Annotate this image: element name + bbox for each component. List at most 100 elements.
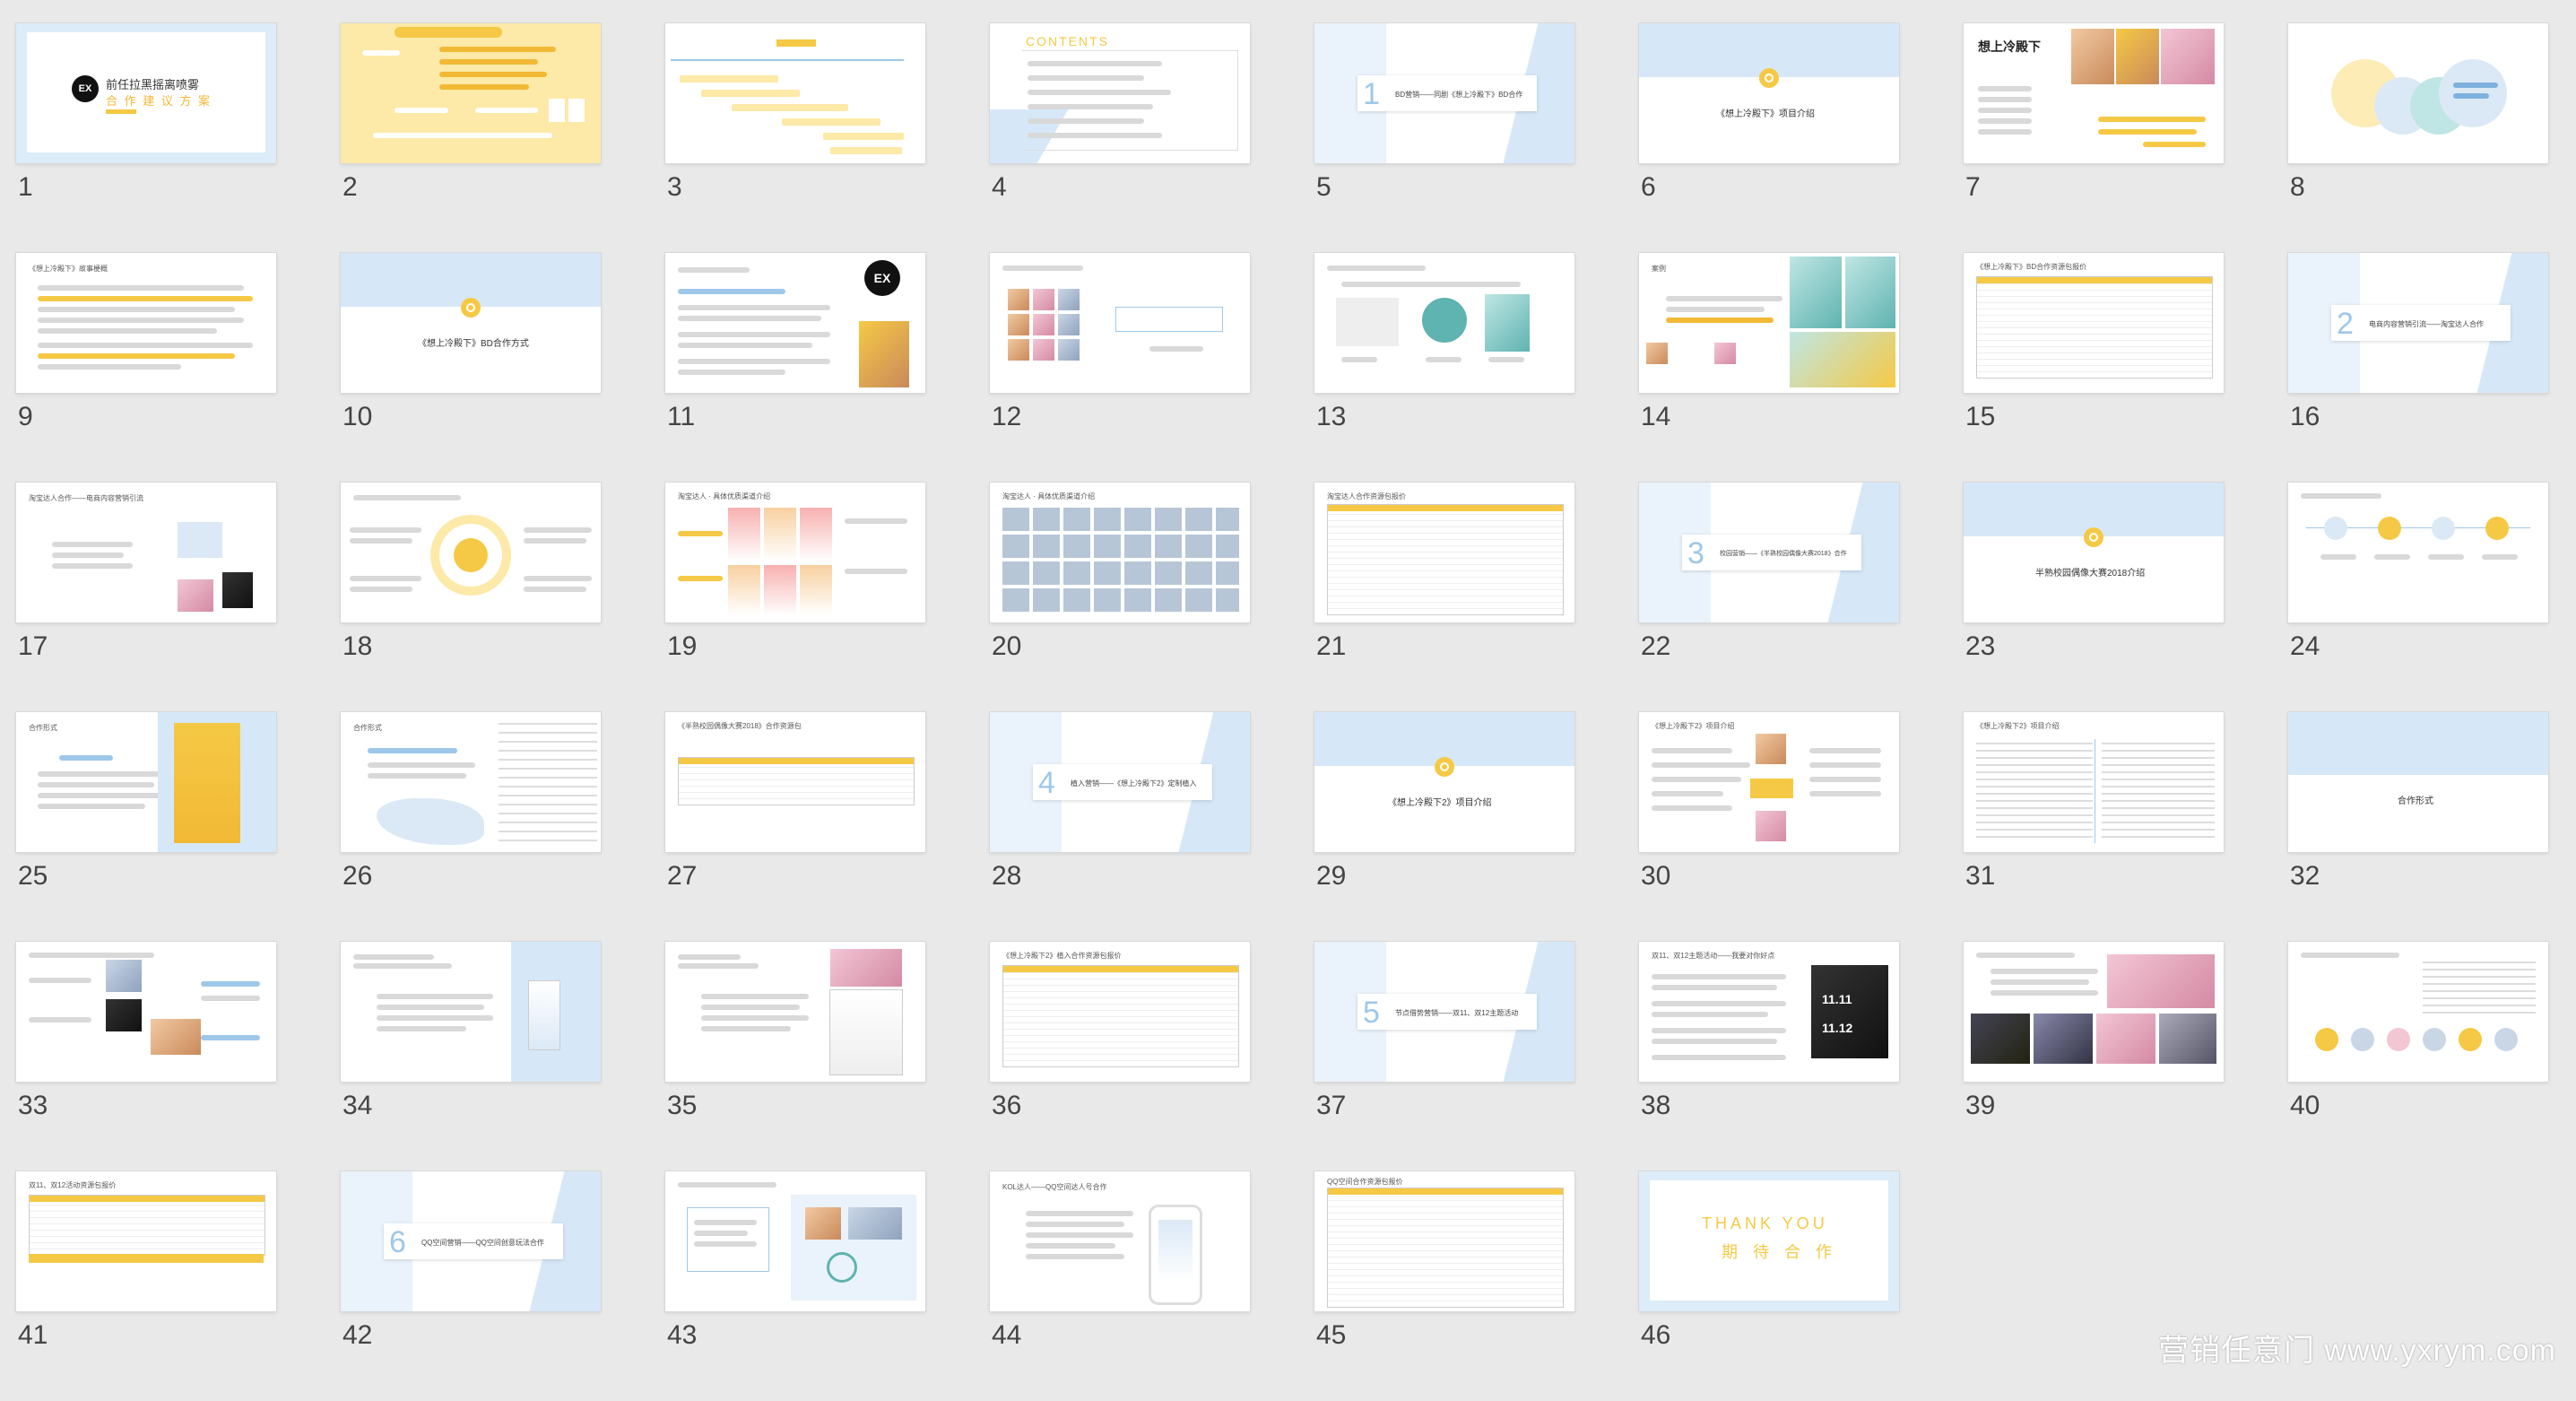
slide-cell[interactable]: 《想上冷殿下2》项目介绍 29 (1314, 712, 1574, 942)
slide-cell[interactable]: 18 (341, 483, 601, 712)
slide-thumbnail[interactable]: 《想上冷殿下》故事梗概 (16, 253, 276, 393)
slide-thumbnail[interactable] (2288, 483, 2548, 622)
slide-cell[interactable]: 淘宝达人合作资源包报价 21 (1314, 483, 1574, 712)
slide-cell[interactable]: 《想上冷殿下》BD合作资源包报价 15 (1964, 253, 2224, 483)
slide-thumbnail[interactable] (2288, 942, 2548, 1082)
slide-cell[interactable]: 《想上冷殿下》BD合作方式 10 (341, 253, 601, 483)
slide-cell[interactable]: THANK YOU 期 待 合 作 46 (1639, 1171, 1899, 1401)
slide-cell[interactable]: 半熟校园偶像大赛2018介绍 23 (1964, 483, 2224, 712)
slide-thumbnail[interactable]: 5 节点借势营销——双11、双12主题活动 (1314, 942, 1574, 1082)
slide-cell[interactable]: 1 BD营销——同剧《想上冷殿下》BD合作 5 (1314, 23, 1574, 253)
slide-thumbnail[interactable]: 双11、双12活动资源包报价 (16, 1171, 276, 1311)
slide-thumbnail[interactable]: THANK YOU 期 待 合 作 (1639, 1171, 1899, 1311)
slide-thumbnail[interactable]: 《想上冷殿下》BD合作方式 (341, 253, 601, 393)
slide-cell[interactable]: 淘宝达人 · 具体优质渠道介绍 19 (665, 483, 925, 712)
slide-cell[interactable]: 8 (2288, 23, 2548, 253)
slide-thumbnail[interactable]: EX (665, 253, 925, 393)
slide-thumbnail[interactable]: CONTENTS (990, 23, 1250, 163)
slide-thumbnail[interactable]: 《半熟校园偶像大赛2018》合作资源包 (665, 712, 925, 852)
slide-cell[interactable]: 双11、双12主题活动——我要对你好点 11.11 11.12 38 (1639, 942, 1899, 1171)
slide-number: 29 (1316, 861, 1347, 891)
slide-thumbnail[interactable] (990, 253, 1250, 393)
slide-cell[interactable]: 合作形式 25 (16, 712, 276, 942)
slide-cell[interactable]: 13 (1314, 253, 1574, 483)
slide-thumbnail[interactable] (16, 942, 276, 1082)
slide-cell[interactable]: CONTENTS 4 (990, 23, 1250, 253)
slide-thumbnail[interactable] (341, 483, 601, 622)
slide-title: 淘宝达人合作——电商内容营销引流 (29, 494, 143, 502)
slide-thumbnail[interactable]: 《想上冷殿下》BD合作资源包报价 (1964, 253, 2224, 393)
slide-thumbnail[interactable]: 想上冷殿下 (1964, 23, 2224, 163)
slide-cell[interactable]: 《想上冷殿下》故事梗概 9 (16, 253, 276, 483)
slide-title: 双11、双12活动资源包报价 (29, 1181, 117, 1189)
slide-cell[interactable]: 淘宝达人合作——电商内容营销引流 17 (16, 483, 276, 712)
slide-cell[interactable]: 2 (341, 23, 601, 253)
slide-cell[interactable]: 淘宝达人 · 具体优质渠道介绍 20 (990, 483, 1250, 712)
section-title: 合作形式 (2398, 796, 2433, 806)
slide-thumbnail[interactable]: 《想上冷殿下2》植入合作资源包报价 (990, 942, 1250, 1082)
slide-thumbnail[interactable] (341, 942, 601, 1082)
slide-cell[interactable]: 33 (16, 942, 276, 1171)
slide-thumbnail[interactable]: 半熟校园偶像大赛2018介绍 (1964, 483, 2224, 622)
slide-thumbnail[interactable]: QQ空间合作资源包报价 (1314, 1171, 1574, 1311)
slide-cell[interactable]: EX 前任拉黑摇离喷雾 合 作 建 议 方 案 1 (16, 23, 276, 253)
slide-cell[interactable]: 39 (1964, 942, 2224, 1171)
slide-thumbnail[interactable]: 合作形式 (2288, 712, 2548, 852)
slide-thumbnail[interactable]: 《想上冷殿下2》项目介绍 (1314, 712, 1574, 852)
slide-cell[interactable]: 《想上冷殿下》项目介绍 6 (1639, 23, 1899, 253)
slide-cell[interactable]: 《想上冷殿下2》项目介绍 31 (1964, 712, 2224, 942)
slide-thumbnail[interactable]: 案例 (1639, 253, 1899, 393)
slide-sorter-grid: EX 前任拉黑摇离喷雾 合 作 建 议 方 案 1 2 3 CONTENTS 4… (16, 23, 2548, 1401)
slide-cell[interactable]: 12 (990, 253, 1250, 483)
slide-cell[interactable]: 35 (665, 942, 925, 1171)
slide-cell[interactable]: 案例 14 (1639, 253, 1899, 483)
slide-thumbnail[interactable] (2288, 23, 2548, 163)
slide-cell[interactable]: KOL达人——QQ空间达人号合作 44 (990, 1171, 1250, 1401)
slide-thumbnail[interactable]: 6 QQ空间营销——QQ空间创意玩法合作 (341, 1171, 601, 1311)
slide-cell[interactable]: 想上冷殿下 7 (1964, 23, 2224, 253)
slide-cell[interactable]: 合作形式 26 (341, 712, 601, 942)
slide-thumbnail[interactable]: 《想上冷殿下2》项目介绍 (1639, 712, 1899, 852)
slide-cell[interactable]: 34 (341, 942, 601, 1171)
slide-thumbnail[interactable] (1964, 942, 2224, 1082)
slide-thumbnail[interactable]: EX 前任拉黑摇离喷雾 合 作 建 议 方 案 (16, 23, 276, 163)
slide-thumbnail[interactable]: 2 电商内容营销引流——淘宝达人合作 (2288, 253, 2548, 393)
slide-cell[interactable]: 《想上冷殿下2》植入合作资源包报价 36 (990, 942, 1250, 1171)
slide-thumbnail[interactable]: 淘宝达人 · 具体优质渠道介绍 (665, 483, 925, 622)
slide-thumbnail[interactable]: 双11、双12主题活动——我要对你好点 11.11 11.12 (1639, 942, 1899, 1082)
slide-number: 36 (992, 1091, 1022, 1120)
slide-cell[interactable]: 24 (2288, 483, 2548, 712)
slide-thumbnail[interactable] (665, 942, 925, 1082)
slide-thumbnail[interactable] (665, 1171, 925, 1311)
slide-cell[interactable]: EX 11 (665, 253, 925, 483)
slide-title: 合作形式 (29, 724, 57, 732)
slide-thumbnail[interactable] (341, 23, 601, 163)
slide-cell[interactable]: 双11、双12活动资源包报价 41 (16, 1171, 276, 1401)
slide-cell[interactable]: 2 电商内容营销引流——淘宝达人合作 16 (2288, 253, 2548, 483)
slide-thumbnail[interactable] (1314, 253, 1574, 393)
slide-number: 18 (343, 631, 373, 661)
slide-thumbnail[interactable]: 合作形式 (341, 712, 601, 852)
slide-thumbnail[interactable]: KOL达人——QQ空间达人号合作 (990, 1171, 1250, 1311)
slide-thumbnail[interactable]: 合作形式 (16, 712, 276, 852)
slide-thumbnail[interactable]: 《想上冷殿下2》项目介绍 (1964, 712, 2224, 852)
slide-thumbnail[interactable]: 淘宝达人 · 具体优质渠道介绍 (990, 483, 1250, 622)
slide-thumbnail[interactable] (665, 23, 925, 163)
slide-cell[interactable]: 40 (2288, 942, 2548, 1171)
slide-thumbnail[interactable]: 3 校园营销——《半熟校园偶像大赛2018》合作 (1639, 483, 1899, 622)
slide-thumbnail[interactable]: 淘宝达人合作资源包报价 (1314, 483, 1574, 622)
slide-cell[interactable]: 3 (665, 23, 925, 253)
slide-cell[interactable]: 合作形式 32 (2288, 712, 2548, 942)
slide-cell[interactable]: 4 植入营销——《想上冷殿下2》定制植入 28 (990, 712, 1250, 942)
slide-cell[interactable]: 5 节点借势营销——双11、双12主题活动 37 (1314, 942, 1574, 1171)
slide-cell[interactable]: 43 (665, 1171, 925, 1401)
slide-cell[interactable]: 3 校园营销——《半熟校园偶像大赛2018》合作 22 (1639, 483, 1899, 712)
slide-cell[interactable]: 《想上冷殿下2》项目介绍 30 (1639, 712, 1899, 942)
slide-cell[interactable]: QQ空间合作资源包报价 45 (1314, 1171, 1574, 1401)
slide-thumbnail[interactable]: 1 BD营销——同剧《想上冷殿下》BD合作 (1314, 23, 1574, 163)
slide-cell[interactable]: 6 QQ空间营销——QQ空间创意玩法合作 42 (341, 1171, 601, 1401)
slide-thumbnail[interactable]: 淘宝达人合作——电商内容营销引流 (16, 483, 276, 622)
slide-thumbnail[interactable]: 《想上冷殿下》项目介绍 (1639, 23, 1899, 163)
slide-cell[interactable]: 《半熟校园偶像大赛2018》合作资源包 27 (665, 712, 925, 942)
slide-thumbnail[interactable]: 4 植入营销——《想上冷殿下2》定制植入 (990, 712, 1250, 852)
